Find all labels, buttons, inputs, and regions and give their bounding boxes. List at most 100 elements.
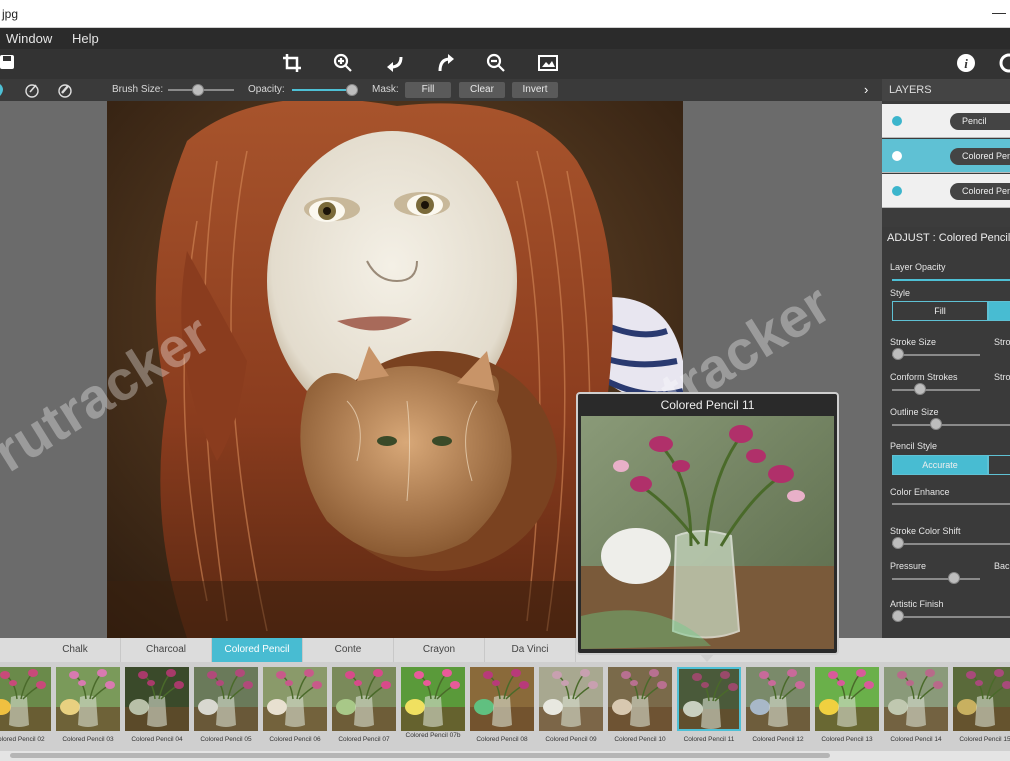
preset-thumbnail[interactable]	[56, 667, 120, 731]
preset-thumbnail-label: Colored Pencil 06	[269, 736, 321, 743]
stroke-size-knob[interactable]	[892, 348, 904, 360]
preset-thumbnail-label: Colored Pencil 14	[890, 736, 942, 743]
mask-fill-button[interactable]: Fill	[405, 82, 451, 98]
back-label: Bac	[994, 561, 1010, 571]
visibility-dot-icon[interactable]	[892, 186, 902, 196]
style-fill-toggle[interactable]: Fill	[892, 301, 988, 321]
preset-thumbnail[interactable]	[746, 667, 810, 731]
menu-bar: Window Help	[0, 28, 1010, 49]
preset-thumbnail[interactable]	[884, 667, 948, 731]
opacity-slider[interactable]	[292, 89, 352, 91]
fit-image-icon[interactable]	[537, 53, 559, 75]
outline-size-label: Outline Size	[890, 407, 939, 417]
tab-da-vinci[interactable]: Da Vinci	[485, 638, 576, 662]
preset-thumbnail[interactable]	[608, 667, 672, 731]
preview-pointer	[699, 653, 715, 662]
preset-thumbnail-label: Colored Pencil 13	[821, 736, 873, 743]
stroke-label-right: Stro	[994, 337, 1010, 347]
artistic-finish-knob[interactable]	[892, 610, 904, 622]
preset-thumbnail-label: Colored Pencil 15	[959, 736, 1010, 743]
preset-thumbnail-label: Colored Pencil 02	[0, 736, 45, 743]
style-alt-toggle[interactable]	[988, 301, 1010, 321]
style-label: Style	[890, 288, 911, 298]
preset-thumbnail[interactable]	[539, 667, 603, 731]
preset-thumbnail[interactable]	[470, 667, 534, 731]
preset-thumbnail[interactable]	[332, 667, 396, 731]
visibility-dot-icon[interactable]	[892, 116, 902, 126]
zoom-out-icon[interactable]	[485, 53, 507, 75]
mask-clear-button[interactable]: Clear	[459, 82, 505, 98]
rotate-right-icon[interactable]	[435, 53, 457, 75]
minimize-button[interactable]: —	[992, 4, 1006, 20]
preview-image	[581, 416, 834, 649]
info-icon[interactable]: i	[955, 53, 977, 75]
pencil-style-label: Pencil Style	[890, 441, 938, 451]
tab-colored-pencil[interactable]: Colored Pencil	[212, 638, 303, 662]
preset-preview-popup: Colored Pencil 11	[576, 392, 839, 655]
color-enhance-slider[interactable]	[892, 503, 1010, 505]
brush-erase-icon[interactable]	[57, 82, 73, 98]
scrollbar-thumb[interactable]	[10, 753, 830, 758]
outline-size-knob[interactable]	[930, 418, 942, 430]
tab-charcoal[interactable]: Charcoal	[121, 638, 212, 662]
preset-thumbnail-label: Colored Pencil 07	[338, 736, 390, 743]
settings-icon[interactable]	[998, 53, 1010, 75]
artistic-finish-slider[interactable]	[892, 616, 1010, 618]
main-toolbar: i	[0, 49, 1010, 79]
preset-thumbnail[interactable]	[953, 667, 1010, 731]
preset-thumbnail[interactable]	[194, 667, 258, 731]
preset-thumbnail[interactable]	[401, 667, 465, 731]
chevron-right-icon[interactable]: ›	[864, 82, 868, 97]
brush-size-knob[interactable]	[191, 84, 204, 96]
preset-thumbnail[interactable]	[815, 667, 879, 731]
rotate-left-icon[interactable]	[384, 53, 406, 75]
layer-opacity-slider[interactable]	[892, 279, 1010, 281]
pressure-slider[interactable]	[892, 578, 980, 580]
save-icon[interactable]	[0, 53, 18, 75]
crop-icon[interactable]	[281, 53, 303, 75]
outline-size-slider[interactable]	[892, 424, 1010, 426]
menu-help[interactable]: Help	[72, 31, 99, 46]
preset-thumbnail[interactable]	[125, 667, 189, 731]
pencil-style-alt-toggle[interactable]	[988, 455, 1010, 475]
thumbnail-scrollbar[interactable]	[0, 751, 1010, 761]
menu-window[interactable]: Window	[6, 31, 52, 46]
tab-conte[interactable]: Conte	[303, 638, 394, 662]
opacity-knob[interactable]	[346, 84, 358, 96]
tab-crayon[interactable]: Crayon	[394, 638, 485, 662]
conform-strokes-slider[interactable]	[892, 389, 980, 391]
preset-thumbnail[interactable]	[263, 667, 327, 731]
layer-row[interactable]: Colored Pencil	[882, 174, 1010, 208]
preview-title: Colored Pencil 11	[660, 398, 755, 412]
stroke-color-shift-label: Stroke Color Shift	[890, 526, 961, 536]
preset-thumbnail-label: Colored Pencil 09	[545, 736, 597, 743]
layers-header: LAYERS	[882, 79, 1010, 101]
preset-thumbnail-label: Colored Pencil 04	[131, 736, 183, 743]
accurate-toggle[interactable]: Accurate	[892, 455, 988, 475]
zoom-in-icon[interactable]	[332, 53, 354, 75]
conform-strokes-knob[interactable]	[914, 383, 926, 395]
stroke-size-slider[interactable]	[892, 354, 980, 356]
preset-thumbnail-label: Colored Pencil 11	[683, 736, 735, 743]
stroke-color-shift-knob[interactable]	[892, 537, 904, 549]
brush-tool-icon[interactable]	[0, 83, 6, 97]
layer-row-selected[interactable]: Colored Pencil	[882, 139, 1010, 173]
pressure-label: Pressure	[890, 561, 927, 571]
mask-invert-button[interactable]: Invert	[512, 82, 558, 98]
preset-thumbnail[interactable]	[0, 667, 51, 731]
preset-thumbnail[interactable]	[677, 667, 741, 731]
layer-row[interactable]: Pencil	[882, 104, 1010, 138]
preset-thumbnail-label: Colored Pencil 05	[200, 736, 252, 743]
color-enhance-label: Color Enhance	[890, 487, 950, 497]
preset-thumbnail-strip: Colored Pencil 02 Colored Pencil 03 Colore…	[0, 662, 1010, 761]
stroke-color-shift-slider[interactable]	[892, 543, 1010, 545]
brush-add-icon[interactable]	[24, 82, 40, 98]
preset-category-tabs: Chalk Charcoal Colored Pencil Conte Cray…	[0, 638, 1010, 662]
tab-chalk[interactable]: Chalk	[30, 638, 121, 662]
preset-thumbnail-label: Colored Pencil 07b	[405, 732, 461, 739]
svg-text:i: i	[964, 56, 968, 71]
pressure-knob[interactable]	[948, 572, 960, 584]
visibility-dot-icon[interactable]	[892, 151, 902, 161]
title-bar: jpg —	[0, 0, 1010, 28]
right-panel: LAYERS Pencil Colored Pencil Colored Pen…	[882, 79, 1010, 638]
